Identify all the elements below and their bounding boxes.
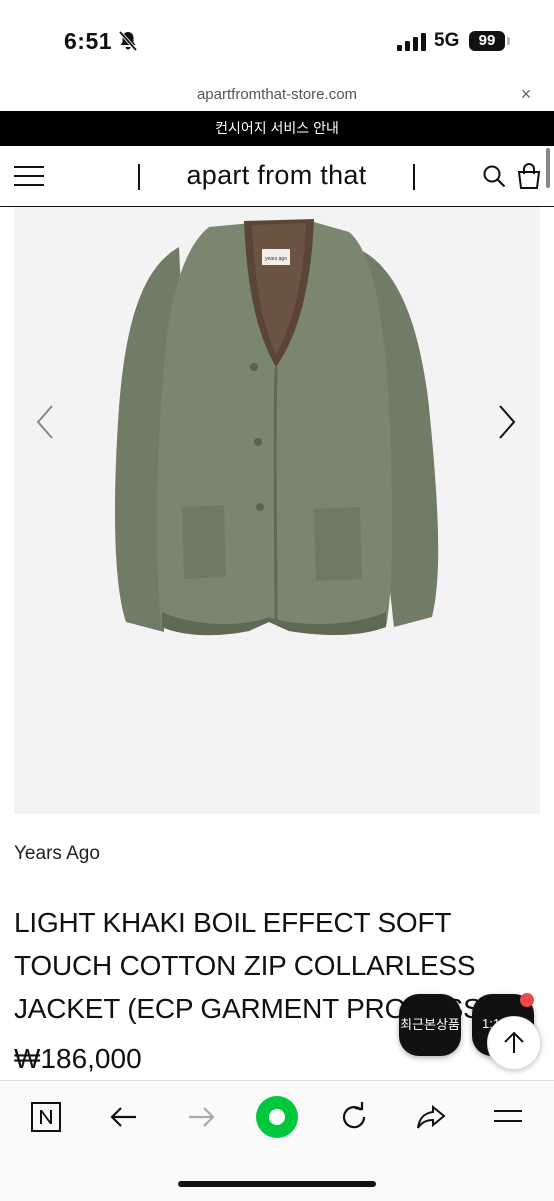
site-logo[interactable]: apart from that [140, 160, 413, 191]
battery-tip [507, 37, 510, 45]
home-indicator [178, 1181, 376, 1187]
product-image[interactable]: years ago [14, 207, 540, 814]
bell-slash-icon [118, 30, 138, 52]
close-icon[interactable]: × [516, 84, 536, 104]
menu-lines-icon[interactable] [488, 1097, 528, 1137]
network-type: 5G [434, 30, 460, 51]
jacket-tag: years ago [265, 256, 287, 262]
forward-arrow-icon[interactable] [181, 1097, 221, 1137]
signal-icon [397, 33, 426, 51]
scrollbar[interactable] [546, 148, 550, 188]
share-icon[interactable] [411, 1097, 451, 1137]
naver-n-icon[interactable] [26, 1097, 66, 1137]
scroll-top-button[interactable] [487, 1016, 541, 1070]
shopping-bag-icon[interactable] [516, 163, 542, 189]
product-brand[interactable]: Years Ago [14, 843, 100, 865]
status-time: 6:51 [64, 28, 113, 54]
jacket-illustration: years ago [114, 219, 439, 636]
notification-badge [520, 993, 534, 1007]
battery-icon: 99 [469, 31, 505, 51]
back-arrow-icon[interactable] [104, 1097, 144, 1137]
concierge-banner[interactable]: 컨시어지 서비스 안내 [0, 111, 554, 146]
chevron-left-icon[interactable] [30, 400, 60, 444]
search-icon[interactable] [482, 164, 506, 188]
product-price: ₩186,000 [14, 1043, 142, 1074]
url-text[interactable]: apartfromthat-store.com [0, 86, 554, 103]
chevron-right-icon[interactable] [492, 400, 522, 444]
recent-products-button[interactable]: 최근본상품 [399, 994, 461, 1056]
green-dot-icon[interactable] [254, 1094, 300, 1140]
menu-icon[interactable] [14, 165, 44, 187]
refresh-icon[interactable] [334, 1097, 374, 1137]
header-divider [413, 164, 415, 190]
arrow-up-icon [504, 1031, 524, 1053]
